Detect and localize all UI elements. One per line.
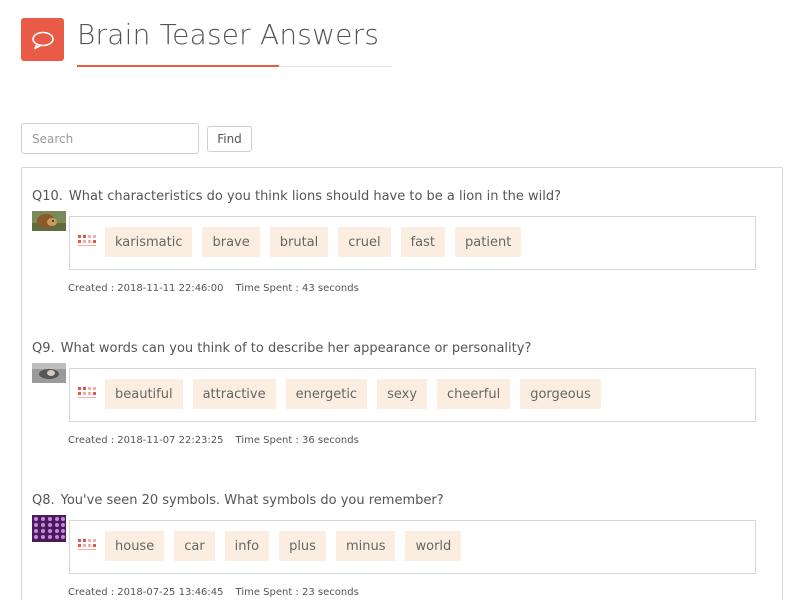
question-number: Q8. [32,493,55,508]
time-spent: Time Spent : 23 seconds [235,587,359,598]
time-spent: Time Spent : 36 seconds [235,435,359,446]
answer-box: house car info plus minus world [69,520,756,574]
symbols-thumbnail[interactable] [32,515,66,542]
question-text: What words can you think of to describe … [60,341,532,356]
results-panel: Q10. What characteristics do you think l… [21,167,783,600]
answer-tag[interactable]: patient [455,227,522,257]
created-timestamp: Created : 2018-07-25 13:46:45 [68,587,224,598]
answer-tag[interactable]: house [105,531,165,561]
answer-tag[interactable]: brutal [269,227,329,257]
answer-tag[interactable]: gorgeous [520,379,601,409]
answer-list-icon [78,387,96,398]
question-meta: Created : 2018-11-11 22:46:00 Time Spent… [68,283,359,294]
answer-tags: karismatic brave brutal cruel fast patie… [105,227,522,257]
question-text: You've seen 20 symbols. What symbols do … [60,493,444,508]
woman-thumbnail[interactable] [32,363,66,383]
answer-tag[interactable]: beautiful [105,379,183,409]
answer-tags: beautiful attractive energetic sexy chee… [105,379,601,409]
answer-tag[interactable]: cruel [338,227,391,257]
question-number: Q10. [32,189,63,204]
page-title: Brain Teaser Answers [77,18,380,51]
question-meta: Created : 2018-07-25 13:46:45 Time Spent… [68,587,359,598]
created-timestamp: Created : 2018-11-11 22:46:00 [68,283,224,294]
answer-tag[interactable]: plus [279,531,326,561]
created-timestamp: Created : 2018-11-07 22:23:25 [68,435,224,446]
find-button[interactable]: Find [207,126,252,152]
answer-tag[interactable]: cheerful [437,379,511,409]
header-chat-icon [21,18,64,61]
search-input[interactable] [21,123,199,154]
answer-tag[interactable]: brave [202,227,260,257]
answer-tag[interactable]: karismatic [105,227,193,257]
question-text: What characteristics do you think lions … [68,189,562,204]
answer-tag[interactable]: energetic [285,379,368,409]
answer-tag[interactable]: minus [335,531,396,561]
question-number: Q9. [32,341,55,356]
answer-tag[interactable]: attractive [192,379,276,409]
answer-list-icon [78,235,96,246]
lion-thumbnail[interactable] [32,211,66,231]
answer-tag[interactable]: world [405,531,462,561]
answer-tag[interactable]: sexy [377,379,428,409]
answer-list-icon [78,539,96,550]
answer-tag[interactable]: car [174,531,215,561]
answer-tags: house car info plus minus world [105,531,462,561]
answer-box: karismatic brave brutal cruel fast patie… [69,216,756,270]
title-accent-underline [77,65,279,67]
time-spent: Time Spent : 43 seconds [235,283,359,294]
answer-tag[interactable]: fast [400,227,446,257]
answer-tag[interactable]: info [224,531,270,561]
answer-box: beautiful attractive energetic sexy chee… [69,368,756,422]
question-meta: Created : 2018-11-07 22:23:25 Time Spent… [68,435,359,446]
